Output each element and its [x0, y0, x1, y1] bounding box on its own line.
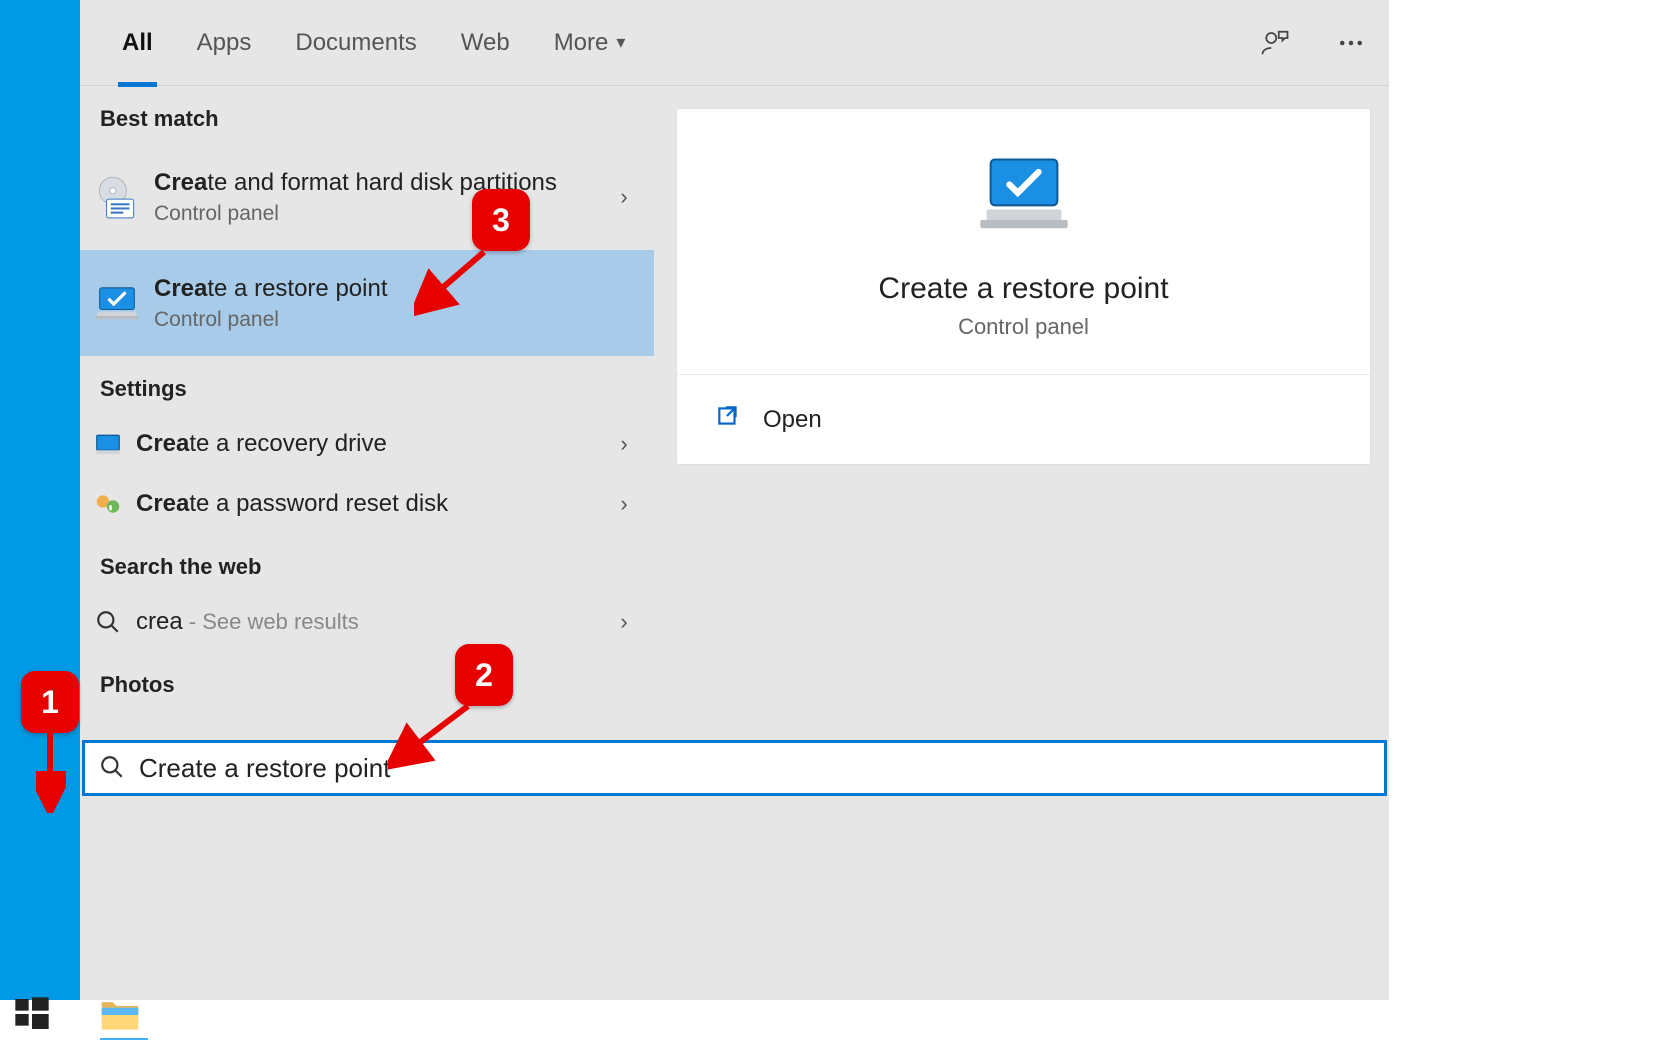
chevron-right-icon[interactable]: › — [610, 609, 638, 635]
search-input[interactable] — [139, 753, 1370, 784]
monitor-check-icon — [969, 147, 1079, 252]
chevron-right-icon[interactable]: › — [610, 431, 638, 457]
chevron-down-icon: ▾ — [616, 32, 625, 53]
result-subtitle: Control panel — [154, 308, 638, 332]
recovery-drive-icon — [90, 426, 126, 462]
preview-open-label: Open — [763, 406, 822, 434]
group-header-best-match: Best match — [80, 86, 654, 144]
tab-documents[interactable]: Documents — [273, 0, 438, 86]
group-header-settings: Settings — [80, 356, 654, 414]
tab-more[interactable]: More ▾ — [532, 0, 648, 86]
tab-web[interactable]: Web — [439, 0, 532, 86]
preview-column: Create a restore point Control panel Ope… — [654, 86, 1389, 1000]
result-create-password-reset-disk[interactable]: Create a password reset disk › — [80, 474, 654, 534]
group-header-search-web: Search the web — [80, 534, 654, 592]
result-create-format-partitions[interactable]: Create and format hard disk partitions C… — [80, 144, 654, 250]
more-options-icon[interactable] — [1331, 23, 1371, 63]
result-create-recovery-drive[interactable]: Create a recovery drive › — [80, 414, 654, 474]
search-body: Best match Create and format — [80, 86, 1389, 1000]
tab-all[interactable]: All — [100, 0, 175, 86]
open-icon — [715, 403, 741, 436]
search-bar[interactable] — [82, 740, 1387, 796]
tab-web-label: Web — [461, 29, 510, 57]
monitor-check-icon — [90, 276, 144, 330]
preview-subtitle: Control panel — [697, 314, 1350, 340]
feedback-icon[interactable] — [1255, 23, 1295, 63]
start-button[interactable] — [12, 994, 58, 1040]
preview-card: Create a restore point Control panel Ope… — [676, 108, 1371, 465]
hard-disk-icon — [90, 170, 144, 224]
results-column: Best match Create and format — [80, 86, 654, 1000]
search-icon — [99, 754, 127, 782]
preview-title: Create a restore point — [697, 272, 1350, 306]
result-title: Create a restore point — [154, 274, 638, 304]
search-icon — [90, 604, 126, 640]
result-title: crea - See web results — [136, 607, 610, 637]
result-subtitle: Control panel — [154, 202, 610, 226]
file-explorer-button[interactable] — [98, 996, 150, 1040]
annotation-badge-2: 2 — [455, 644, 513, 706]
tab-all-label: All — [122, 29, 153, 57]
search-panel: All Apps Documents Web More ▾ — [80, 0, 1389, 1000]
result-create-restore-point[interactable]: Create a restore point Control panel — [80, 250, 654, 356]
chevron-right-icon[interactable]: › — [610, 184, 638, 210]
result-title: Create a password reset disk — [136, 489, 610, 519]
group-header-photos: Photos — [80, 652, 654, 710]
tab-apps[interactable]: Apps — [175, 0, 274, 86]
result-title: Create a recovery drive — [136, 429, 610, 459]
chevron-right-icon[interactable]: › — [610, 491, 638, 517]
password-reset-icon — [90, 486, 126, 522]
annotation-badge-3: 3 — [472, 189, 530, 251]
search-tabs: All Apps Documents Web More ▾ — [80, 0, 1389, 86]
taskbar-left-strip — [0, 0, 80, 1000]
result-web-search[interactable]: crea - See web results › — [80, 592, 654, 652]
tab-more-label: More — [554, 29, 609, 57]
tab-documents-label: Documents — [295, 29, 416, 57]
annotation-badge-1: 1 — [21, 671, 79, 733]
result-title: Create and format hard disk partitions — [154, 168, 610, 198]
tab-apps-label: Apps — [197, 29, 252, 57]
tabs-right-actions — [1255, 0, 1371, 86]
preview-open-action[interactable]: Open — [677, 375, 1370, 464]
